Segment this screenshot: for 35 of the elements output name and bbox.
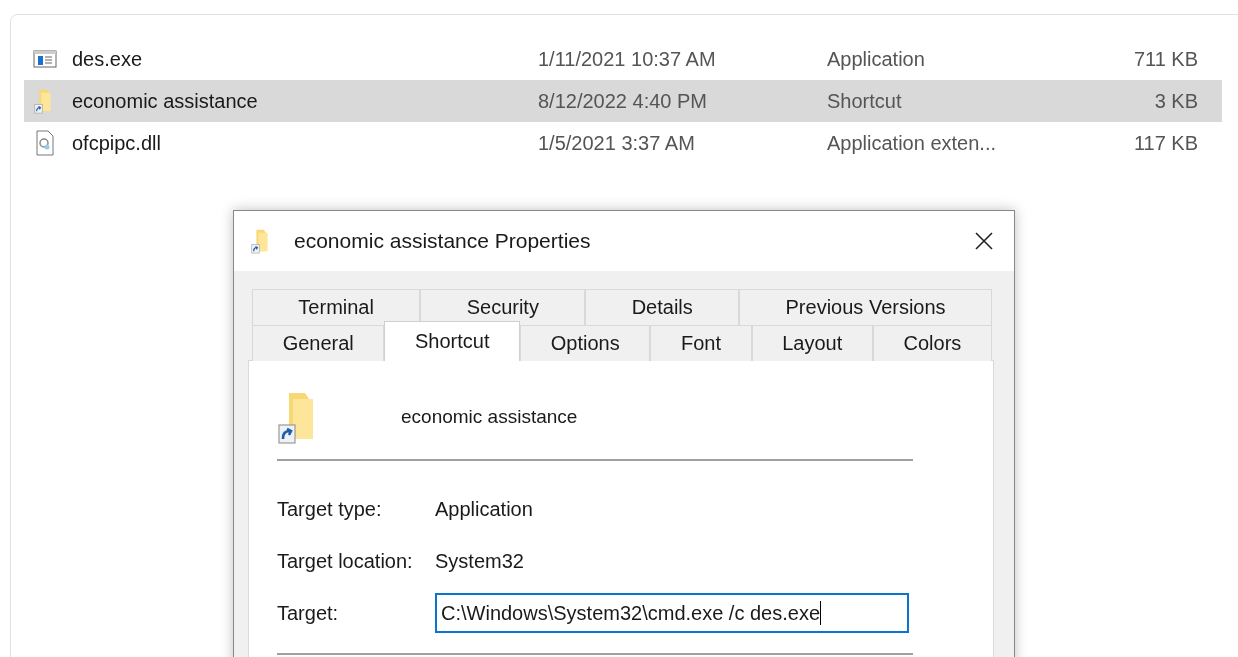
field-value: System32 [435, 549, 524, 573]
field-label: Target type: [277, 497, 383, 521]
tab[interactable]: Layout [751, 325, 873, 361]
field-value: Application [435, 497, 533, 521]
tab[interactable]: Previous Versions [739, 289, 992, 325]
tab[interactable]: Colors [872, 325, 992, 361]
tab[interactable]: Font [650, 325, 752, 361]
file-date: 1/5/2021 3:37 AM [538, 131, 696, 155]
file-size: 3 KB [1153, 89, 1198, 113]
file-date: 1/11/2021 10:37 AM [538, 47, 717, 71]
tab[interactable]: General [252, 325, 385, 361]
tab[interactable]: Shortcut [384, 321, 521, 361]
tab[interactable]: Details [585, 289, 740, 325]
close-icon[interactable] [974, 231, 994, 251]
gear-document-icon [33, 130, 57, 156]
file-type: Shortcut [827, 89, 903, 113]
file-date: 8/12/2022 4:40 PM [538, 89, 708, 113]
tab[interactable]: Options [520, 325, 651, 361]
target-field[interactable]: C:\Windows\System32\cmd.exe /c des.exe [435, 593, 909, 633]
file-row[interactable]: des.exe 1/11/2021 10:37 AM Application 711 KB [24, 38, 1222, 80]
file-name: ofcpipc.dll [72, 131, 162, 155]
field-label: Target location: [277, 549, 414, 573]
tab[interactable]: Security [420, 289, 586, 325]
file-row[interactable]: economic assistance 8/12/2022 4:40 PM Shortcut 3 KB [24, 80, 1222, 122]
tab[interactable]: Terminal [252, 289, 421, 325]
file-type: Application [827, 47, 926, 71]
file-name: economic assistance [72, 89, 259, 113]
field-label: Target: [277, 601, 340, 625]
file-size: 117 KB [1132, 131, 1198, 155]
file-size: 711 KB [1132, 47, 1198, 71]
shortcut-name: economic assistance [401, 406, 578, 428]
file-type: Application exten... [827, 131, 997, 155]
file-name: des.exe [72, 47, 144, 71]
dialog-title: economic assistance Properties [294, 229, 592, 253]
file-row[interactable]: ofcpipc.dll 1/5/2021 3:37 AM Application exten... 117 KB [24, 122, 1222, 164]
